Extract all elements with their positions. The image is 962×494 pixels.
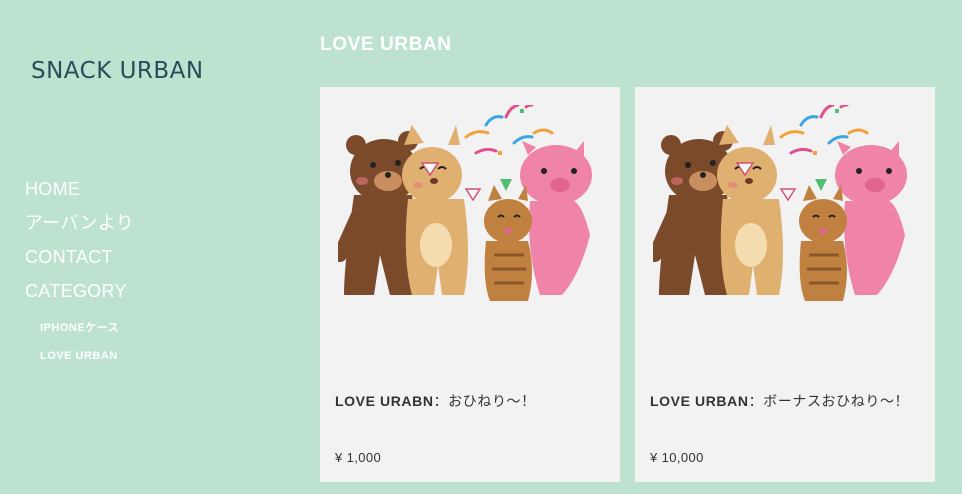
product-price: ¥ 1,000 [335,450,382,465]
product-card[interactable]: LOVE URABN：おひねり〜！ ¥ 1,000 [320,87,620,482]
nav-iphone-case[interactable]: IPHONEケース [40,314,134,342]
animals-party-illustration [338,105,592,301]
main-nav: HOME アーバンより CONTACT CATEGORY IPHONEケース L… [25,172,134,370]
product-card[interactable]: LOVE URBAN：ボーナスおひねり〜！ ¥ 10,000 [635,87,935,482]
nav-category[interactable]: CATEGORY [25,274,134,308]
product-name-bold: LOVE URABN [335,393,434,409]
product-price: ¥ 10,000 [650,450,704,465]
nav-from-urban[interactable]: アーバンより [25,206,134,240]
category-subnav: IPHONEケース LOVE URBAN [25,314,134,370]
product-name-rest: ：ボーナスおひねり〜！ [748,393,910,409]
product-name[interactable]: LOVE URABN：おひねり〜！ [335,391,536,411]
product-name-rest: ：おひねり〜！ [433,393,536,409]
nav-love-urban[interactable]: LOVE URBAN [40,342,134,370]
nav-home[interactable]: HOME [25,172,134,206]
product-name[interactable]: LOVE URBAN：ボーナスおひねり〜！ [650,391,909,411]
animals-party-illustration [653,105,907,301]
product-name-bold: LOVE URBAN [650,393,749,409]
page-title: LOVE URBAN [320,34,452,55]
site-logo[interactable]: SNACK URBAN [31,58,204,84]
nav-contact[interactable]: CONTACT [25,240,134,274]
